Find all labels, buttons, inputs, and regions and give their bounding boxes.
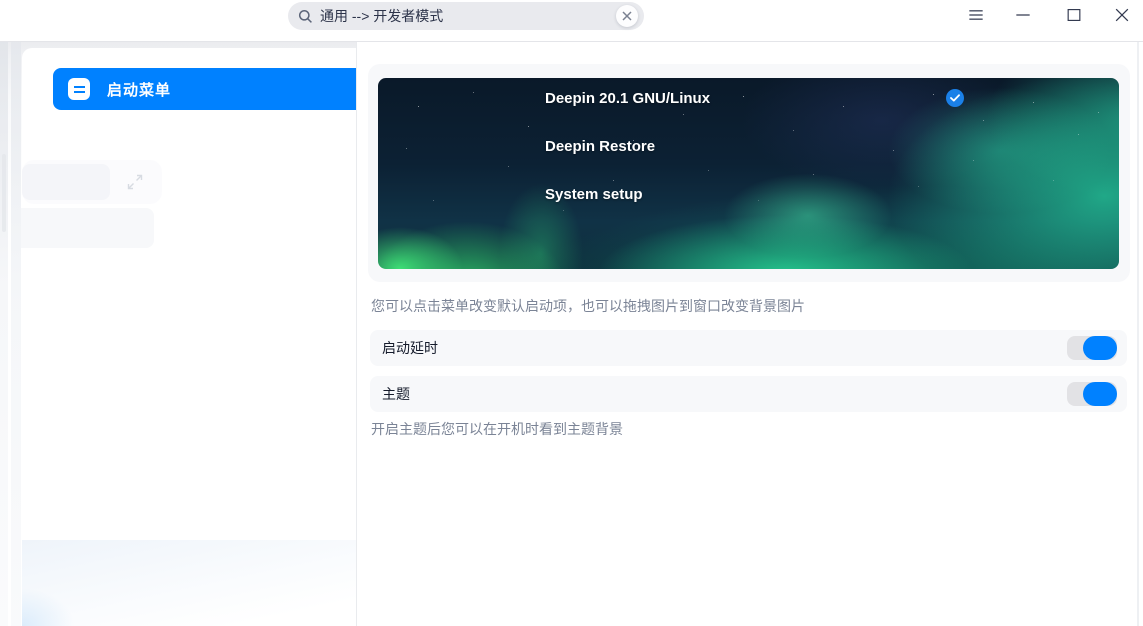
corner-glow	[22, 566, 112, 626]
boot-entry-restore[interactable]: Deepin Restore	[545, 138, 655, 156]
boot-delay-toggle[interactable]	[1067, 336, 1117, 360]
default-entry-check-icon	[946, 89, 964, 107]
toggle-thumb	[1083, 382, 1117, 406]
search-clear-button[interactable]	[616, 5, 638, 27]
theme-hint: 开启主题后您可以在开机时看到主题背景	[371, 421, 623, 437]
hamburger-menu-icon	[969, 10, 983, 20]
theme-row: 主题	[370, 376, 1127, 412]
window-maximize-button[interactable]	[1062, 3, 1086, 27]
sidebar-item-boot-menu[interactable]: 启动菜单	[53, 68, 367, 110]
toggle-thumb	[1083, 336, 1117, 360]
boot-delay-label: 启动延时	[382, 340, 438, 356]
search-icon	[298, 9, 313, 24]
sidebar: 启动菜单	[0, 42, 502, 626]
titlebar: 通用 --> 开发者模式	[0, 0, 1143, 42]
sidebar-item-label: 启动菜单	[107, 81, 172, 99]
sidebar-scrollbar-ghost	[2, 154, 6, 232]
window-right-edge	[1137, 42, 1139, 626]
theme-label: 主题	[382, 386, 410, 402]
settings-window: 通用 --> 开发者模式 启动菜单 Deepin 20.1 GNU/Linux …	[0, 0, 1143, 626]
boot-entry-deepin[interactable]: Deepin 20.1 GNU/Linux	[545, 90, 710, 108]
window-close-button[interactable]	[1110, 3, 1134, 27]
search-input[interactable]: 通用 --> 开发者模式	[288, 2, 644, 30]
ghost-list-item	[14, 208, 154, 248]
boot-menu-icon	[68, 78, 90, 100]
expand-icon	[127, 174, 143, 190]
boot-entry-system-setup[interactable]: System setup	[545, 186, 643, 204]
boot-menu-hint: 您可以点击菜单改变默认启动项，也可以拖拽图片到窗口改变背景图片	[371, 298, 805, 314]
theme-toggle[interactable]	[1067, 382, 1117, 406]
search-query: 通用 --> 开发者模式	[320, 8, 444, 24]
sidebar-transition-strip	[0, 42, 8, 626]
minimize-icon	[1016, 14, 1030, 16]
boot-delay-row: 启动延时	[370, 330, 1127, 366]
stars-decoration	[378, 78, 379, 79]
sidebar-panel: 启动菜单	[14, 48, 502, 626]
maximize-icon	[1067, 9, 1081, 21]
window-minimize-button[interactable]	[1011, 3, 1035, 27]
sidebar-transition-strip	[11, 42, 21, 626]
window-menu-button[interactable]	[964, 3, 988, 27]
ghost-list-item	[22, 164, 110, 200]
boot-menu-preview-image[interactable]: Deepin 20.1 GNU/Linux Deepin Restore Sys…	[378, 78, 1119, 269]
main-content: Deepin 20.1 GNU/Linux Deepin Restore Sys…	[357, 42, 1143, 626]
close-icon	[1115, 8, 1129, 22]
